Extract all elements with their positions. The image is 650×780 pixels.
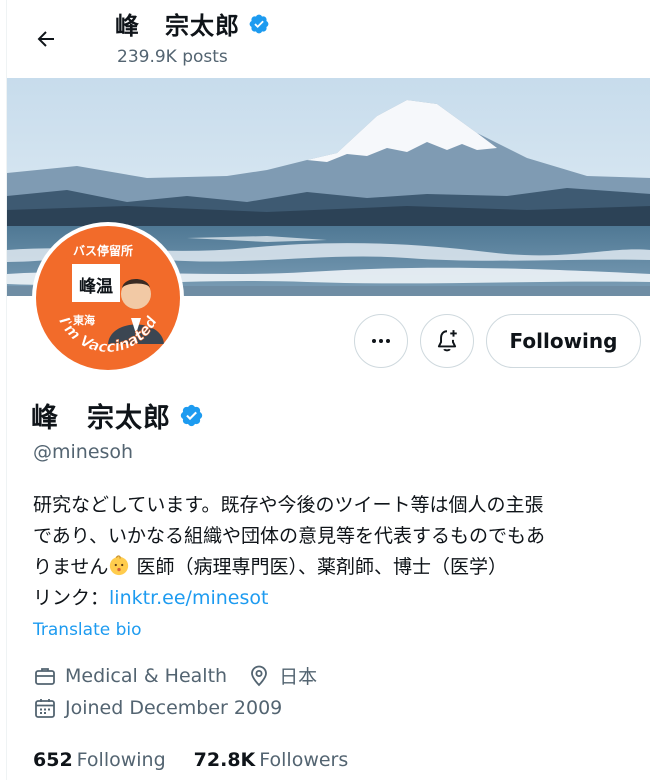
profile-meta-row: Joined December 2009 [33, 696, 282, 720]
calendar-icon [33, 696, 57, 720]
post-count: 239.9K posts [117, 47, 228, 67]
notifications-button[interactable] [420, 314, 474, 368]
profile-joined: Joined December 2009 [65, 697, 283, 719]
profile-avatar[interactable]: バス停留所 峰温 東海 I'm Vaccinated [32, 222, 184, 374]
more-options-button[interactable] [354, 314, 408, 368]
back-arrow-icon [37, 31, 54, 47]
bio-line: りません 医師（病理専門医）、薬剤師、博士（医学） [33, 552, 647, 583]
bio-text: 医師（病理専門医）、薬剤師、博士（医学） [130, 556, 507, 578]
profile-location-text: 日本 [279, 666, 318, 688]
profile-bio: 研究などしています。既存や今後のツイート等は個人の主張 であり、いかなる組織や団… [33, 490, 647, 614]
translate-bio-link[interactable]: Translate bio [33, 620, 142, 640]
following-label: Following [76, 749, 166, 771]
following-count: 652 [33, 749, 73, 771]
avatar-sign-name: 峰温 [79, 276, 113, 297]
verified-badge-icon[interactable] [179, 403, 204, 428]
profile-display-name: 峰 宗太郎 [31, 396, 204, 435]
bell-plus-icon [437, 330, 457, 352]
followers-label: Followers [259, 749, 349, 771]
following-stat-link[interactable]: 652 Following [33, 749, 166, 771]
header-name: 峰 宗太郎 [115, 12, 240, 40]
verified-badge-icon[interactable] [248, 13, 270, 35]
more-horizontal-icon [372, 339, 390, 343]
profile-meta-row: Medical & Health 日本 [33, 662, 317, 689]
bio-line: であり、いかなる組織や団体の意見等を代表するものでもあ [33, 525, 546, 547]
profile-page: 峰 宗太郎 239.9K posts バス停留所 峰温 東海 I'm Vacci… [6, 0, 650, 780]
profile-location: 日本 [247, 662, 317, 689]
profile-name-text: 峰 宗太郎 [31, 403, 171, 434]
bio-line: リンク：linktr.ee/minesot [33, 583, 647, 614]
followers-count: 72.8K [193, 749, 256, 771]
bio-link[interactable]: linktr.ee/minesot [109, 587, 268, 609]
following-button[interactable]: Following [486, 314, 641, 368]
followers-stat-link[interactable]: 72.8K Followers [194, 749, 349, 771]
location-pin-icon [247, 664, 271, 688]
back-button[interactable] [27, 20, 65, 58]
bio-text: りません [33, 556, 109, 578]
bio-link-label: リンク： [33, 587, 110, 609]
avatar-sign-top: バス停留所 [73, 243, 133, 258]
bio-line: 研究などしています。既存や今後のツイート等は個人の主張 [33, 494, 544, 516]
avatar-image: バス停留所 峰温 東海 I'm Vaccinated [36, 226, 180, 370]
profile-handle: @minesoh [33, 441, 134, 463]
profile-header-bar: 峰 宗太郎 239.9K posts [7, 0, 650, 78]
header-title: 峰 宗太郎 [115, 6, 270, 41]
briefcase-icon [33, 664, 57, 688]
baby-face-emoji-icon [110, 555, 129, 576]
follow-stats: 652 Following 72.8K Followers [33, 749, 348, 771]
profile-category: Medical & Health [65, 664, 228, 687]
